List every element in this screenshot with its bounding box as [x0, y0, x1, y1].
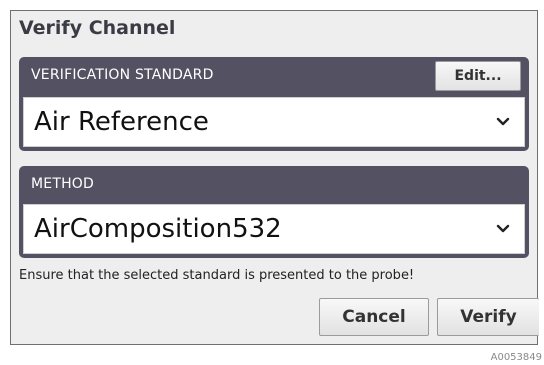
figure-id: A0053849 [490, 352, 542, 363]
method-select[interactable]: AirComposition532 [23, 204, 525, 254]
verification-standard-panel: VERIFICATION STANDARD Edit... Air Refere… [19, 57, 529, 151]
cancel-button[interactable]: Cancel [319, 298, 429, 336]
verification-standard-value: Air Reference [34, 107, 209, 137]
notice-text: Ensure that the selected standard is pre… [19, 268, 415, 283]
verification-standard-label: VERIFICATION STANDARD [31, 67, 214, 83]
verification-standard-select[interactable]: Air Reference [23, 97, 525, 147]
method-panel: METHOD AirComposition532 [19, 166, 529, 258]
chevron-down-icon [492, 111, 514, 133]
dialog-title: Verify Channel [19, 17, 176, 39]
edit-standard-button[interactable]: Edit... [435, 61, 521, 91]
method-value: AirComposition532 [34, 214, 282, 244]
method-label: METHOD [31, 176, 95, 192]
chevron-down-icon [492, 218, 514, 240]
verify-button[interactable]: Verify [437, 298, 539, 336]
verify-channel-dialog: Verify Channel VERIFICATION STANDARD Edi… [10, 10, 539, 345]
